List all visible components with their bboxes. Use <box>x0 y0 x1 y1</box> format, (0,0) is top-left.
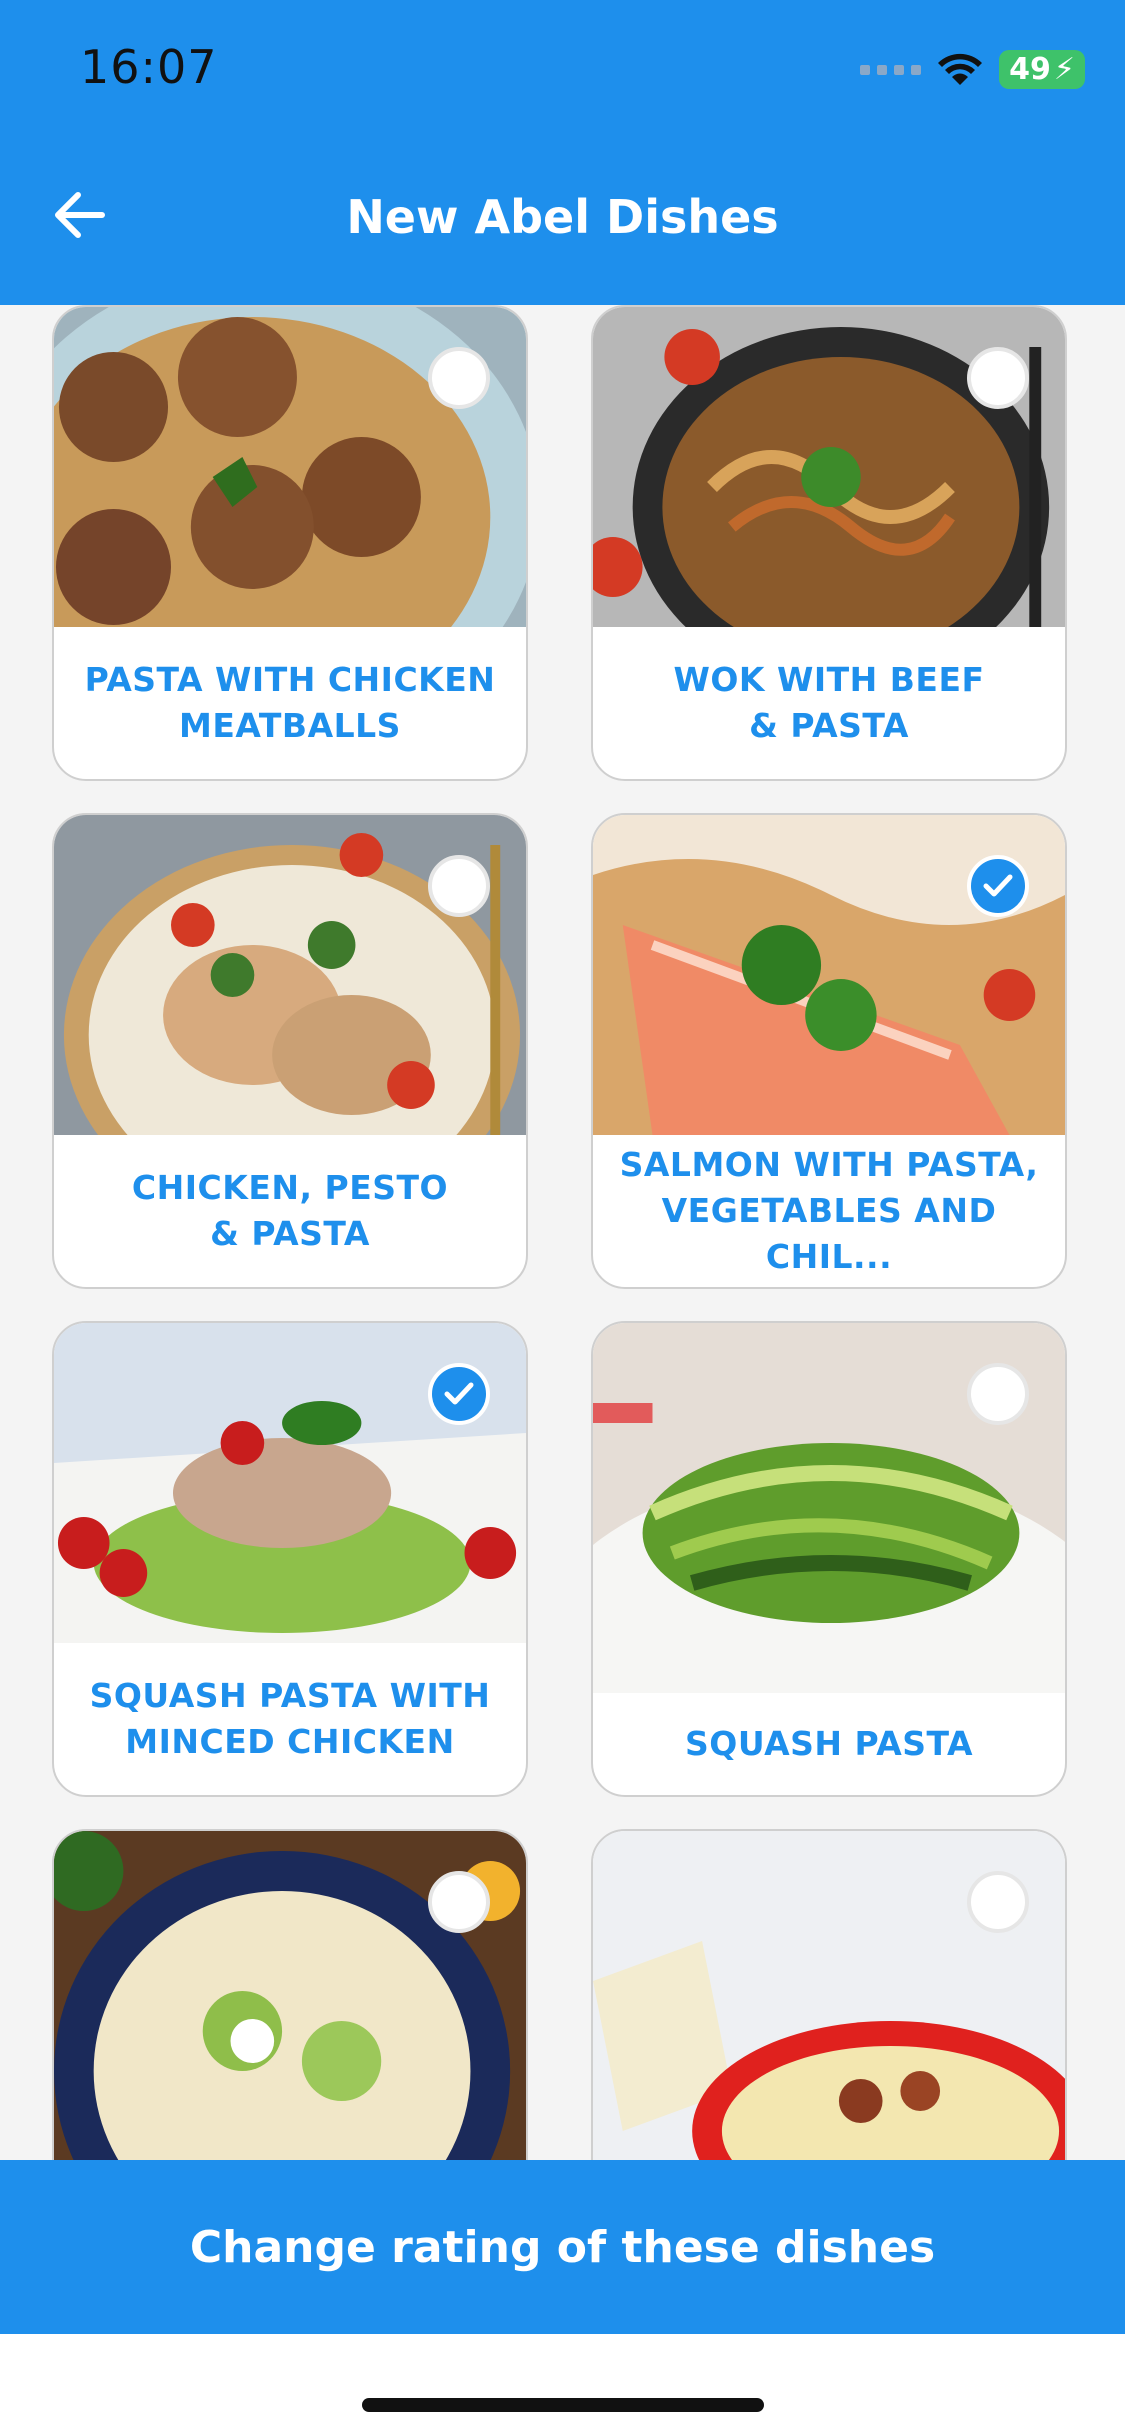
page-title: New Abel Dishes <box>346 190 779 244</box>
dish-title-line2: VEGETABLES AND CHIL... <box>661 1191 997 1276</box>
status-icons: 49 ⚡ <box>860 50 1085 89</box>
dish-title-line1: SQUASH PASTA <box>685 1724 973 1763</box>
app-header: 16:07 49 ⚡ New Abel Dishes <box>0 0 1125 305</box>
dish-title: SQUASH PASTA WITH MINCED CHICKEN <box>74 1643 506 1795</box>
select-radio[interactable] <box>428 855 490 917</box>
dish-title-line1: CHICKEN, PESTO <box>131 1168 449 1207</box>
dish-title-line1: SQUASH PASTA WITH <box>89 1676 491 1715</box>
select-radio[interactable] <box>428 1871 490 1933</box>
dish-title-line1: PASTA WITH CHICKEN <box>84 660 496 699</box>
select-radio[interactable] <box>967 1871 1029 1933</box>
dish-title: CHICKEN, PESTO & PASTA <box>74 1135 506 1287</box>
dish-card[interactable]: PASTA WITH CHICKEN MEATBALLS <box>52 305 528 781</box>
status-time: 16:07 <box>80 40 218 94</box>
dish-title: WOK WITH BEEF & PASTA <box>613 627 1045 779</box>
select-radio-checked[interactable] <box>967 855 1029 917</box>
select-radio[interactable] <box>428 347 490 409</box>
select-radio[interactable] <box>967 347 1029 409</box>
dish-title-line1: WOK WITH BEEF <box>673 660 985 699</box>
battery-icon: 49 ⚡ <box>999 50 1085 89</box>
dish-card[interactable]: SQUASH PASTA WITH MINCED CHICKEN <box>52 1321 528 1797</box>
cellular-signal-icon <box>860 64 922 75</box>
change-rating-button[interactable]: Change rating of these dishes <box>0 2160 1125 2334</box>
dish-grid: PASTA WITH CHICKEN MEATBALLS WOK WITH BEE… <box>52 305 1067 2160</box>
dish-card[interactable] <box>52 1829 528 2160</box>
home-indicator[interactable] <box>362 2398 764 2412</box>
battery-level: 49 <box>1009 52 1051 87</box>
home-indicator-area <box>0 2334 1125 2436</box>
dish-title-line2: MEATBALLS <box>179 706 401 745</box>
select-radio-checked[interactable] <box>428 1363 490 1425</box>
checkmark-icon <box>444 1382 474 1405</box>
dish-title-line2: MINCED CHICKEN <box>125 1722 455 1761</box>
dish-card[interactable]: WOK WITH BEEF & PASTA <box>591 305 1067 781</box>
dish-title: PASTA WITH CHICKEN MEATBALLS <box>74 627 506 779</box>
dish-title: SALMON WITH PASTA, VEGETABLES AND CHIL... <box>613 1135 1045 1287</box>
dish-card[interactable]: CHICKEN, PESTO & PASTA <box>52 813 528 1289</box>
dish-card[interactable] <box>591 1829 1067 2160</box>
charging-bolt-icon: ⚡ <box>1053 52 1075 87</box>
dish-title: SQUASH PASTA <box>613 1693 1045 1795</box>
dish-card[interactable]: SALMON WITH PASTA, VEGETABLES AND CHIL... <box>591 813 1067 1289</box>
select-radio[interactable] <box>967 1363 1029 1425</box>
dish-card[interactable]: SQUASH PASTA <box>591 1321 1067 1797</box>
wifi-icon <box>938 53 983 85</box>
dish-title-line1: SALMON WITH PASTA, <box>619 1145 1039 1184</box>
dish-title-line2: & PASTA <box>210 1214 370 1253</box>
dish-title-line2: & PASTA <box>749 706 909 745</box>
checkmark-icon <box>983 874 1013 897</box>
